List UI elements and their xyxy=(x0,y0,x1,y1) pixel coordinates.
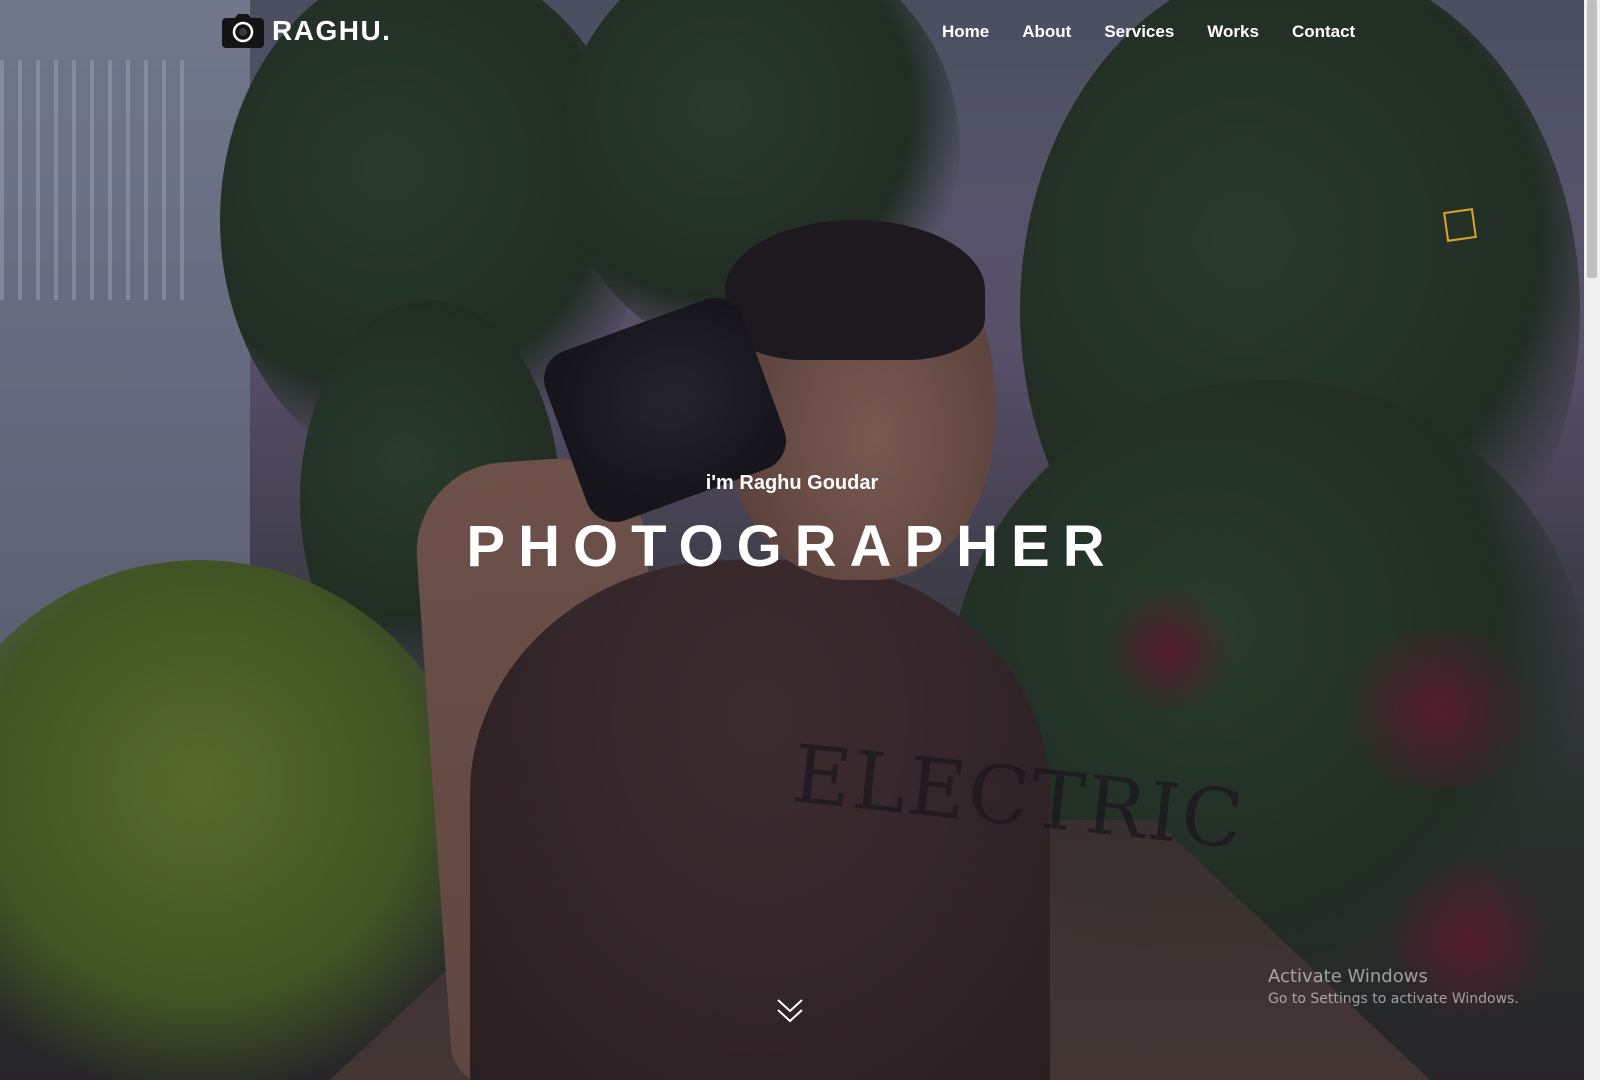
nav-link-home[interactable]: Home xyxy=(942,18,989,46)
nav-link-services[interactable]: Services xyxy=(1104,18,1174,46)
page: ELECTRIC RAGHU. Home About Services Work… xyxy=(0,0,1600,1080)
decorative-square xyxy=(1443,208,1477,242)
brand-logo[interactable]: RAGHU. xyxy=(222,14,391,48)
camera-icon xyxy=(222,14,264,48)
watermark-title: Activate Windows xyxy=(1268,966,1428,987)
main-nav: Home About Services Works Contact xyxy=(942,18,1355,46)
nav-link-works[interactable]: Works xyxy=(1207,18,1259,46)
nav-link-about[interactable]: About xyxy=(1022,18,1071,46)
watermark-subtitle: Go to Settings to activate Windows. xyxy=(1268,991,1519,1007)
scrollbar-thumb[interactable] xyxy=(1587,0,1597,278)
os-activation-watermark: Activate Windows Go to Settings to activ… xyxy=(1268,966,1519,1010)
brand-name: RAGHU. xyxy=(272,15,392,46)
hero-title: PHOTOGRAPHER xyxy=(466,514,1118,579)
scroll-down-button[interactable] xyxy=(776,996,804,1026)
page-scrollbar[interactable] xyxy=(1584,0,1600,1080)
nav-link-contact[interactable]: Contact xyxy=(1292,18,1355,46)
chevron-double-down-icon xyxy=(777,999,803,1023)
hero-intro: i'm Raghu Goudar xyxy=(705,472,879,494)
